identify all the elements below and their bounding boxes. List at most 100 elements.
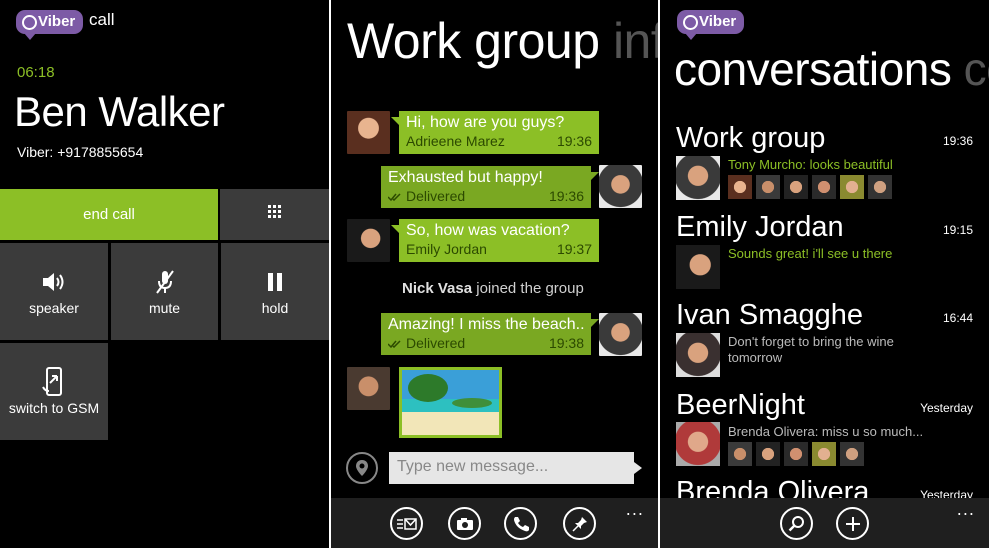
avatar[interactable] — [347, 219, 390, 262]
conversation-name: Work group — [676, 122, 826, 154]
avatar — [728, 442, 752, 466]
end-call-label: end call — [83, 206, 135, 223]
speaker-label: speaker — [29, 299, 79, 316]
conversation-name: BeerNight — [676, 389, 805, 421]
message-time: 19:38 — [548, 335, 584, 351]
header-label: call — [89, 10, 115, 29]
avatar[interactable] — [347, 111, 390, 154]
mute-label: mute — [148, 299, 181, 316]
call-screen: Viber call 06:18 Ben Walker Viber: +9178… — [0, 0, 329, 548]
compose-message-icon[interactable] — [390, 507, 423, 540]
avatar[interactable] — [599, 165, 642, 208]
conversation-preview-line2: tomorrow — [728, 350, 783, 365]
conversation-time: 16:44 — [942, 311, 973, 325]
delivery-status: Delivered — [406, 188, 466, 204]
image-message[interactable] — [399, 367, 502, 438]
pin-icon[interactable] — [563, 507, 596, 540]
system-message-text: joined the group — [472, 280, 584, 297]
more-options-button[interactable]: ... — [957, 500, 975, 519]
avatar — [812, 442, 836, 466]
chat-title: Work group info — [347, 12, 658, 70]
message-text: So, how was vacation? — [406, 222, 570, 239]
camera-icon[interactable] — [448, 507, 481, 540]
message-bubble[interactable]: Hi, how are you guys? Adrieene Marez 19:3… — [391, 111, 599, 154]
double-check-icon — [387, 188, 402, 204]
double-check-icon — [387, 335, 402, 351]
hold-label: hold — [261, 299, 289, 316]
logo-text: Viber — [38, 13, 76, 30]
speaker-button[interactable]: speaker — [0, 243, 108, 340]
end-call-button[interactable]: end call — [0, 189, 218, 240]
conversation-item[interactable]: Ivan Smagghe 16:44 Don't forget to bring… — [660, 299, 989, 379]
conversation-preview: Sounds great! i'll see u there — [728, 246, 893, 261]
logo-text: Viber — [699, 13, 737, 30]
call-icon[interactable] — [504, 507, 537, 540]
message-bubble[interactable]: Amazing! I miss the beach... Delivered 1… — [381, 313, 599, 355]
message-sender: Emily Jordan — [406, 241, 487, 257]
avatar — [868, 175, 892, 199]
system-message: Nick Vasa joined the group — [402, 280, 584, 297]
avatar — [840, 175, 864, 199]
conversations-title: conversations co — [674, 42, 989, 96]
avatar — [812, 175, 836, 199]
more-options-button[interactable]: ... — [626, 500, 644, 519]
message-text: Hi, how are you guys? — [406, 114, 565, 131]
speaker-icon — [41, 268, 67, 296]
conversation-time: Yesterday — [920, 401, 973, 415]
message-text: Amazing! I miss the beach... — [388, 316, 584, 333]
participants-avatars — [728, 175, 892, 199]
participants-avatars — [728, 442, 864, 466]
switch-gsm-button[interactable]: switch to GSM — [0, 343, 108, 440]
switch-gsm-label: switch to GSM — [8, 399, 100, 416]
message-bubble[interactable]: Exhausted but happy! Delivered 19:36 — [381, 166, 599, 208]
avatar[interactable] — [599, 313, 642, 356]
avatar — [676, 245, 720, 289]
keypad-button[interactable] — [220, 189, 329, 240]
chat-screen: Work group info Hi, how are you guys? Ad… — [331, 0, 658, 548]
conversation-preview: Brenda Olivera: miss u so much... — [728, 424, 924, 439]
conversation-item[interactable]: BeerNight Yesterday Brenda Olivera: miss… — [660, 389, 989, 469]
app-bar: ... — [331, 498, 658, 548]
search-icon[interactable] — [780, 507, 813, 540]
avatar — [676, 156, 720, 200]
avatar — [756, 442, 780, 466]
conversation-name: Emily Jordan — [676, 211, 844, 243]
pivot-next-header[interactable]: info — [613, 13, 658, 69]
message-time: 19:36 — [556, 133, 592, 149]
location-icon[interactable] — [346, 452, 378, 484]
pause-icon — [266, 268, 284, 296]
delivery-status: Delivered — [406, 335, 466, 351]
chat-title-text: Work group — [347, 13, 600, 69]
avatar — [784, 175, 808, 199]
caller-name: Ben Walker — [14, 88, 225, 135]
conversations-title-text: conversations — [674, 43, 952, 95]
conversation-preview: Tony Murcho: looks beautiful — [728, 157, 893, 172]
avatar — [676, 422, 720, 466]
conversation-item[interactable]: Work group 19:36 Tony Murcho: looks beau… — [660, 122, 989, 202]
keypad-icon — [267, 205, 282, 224]
avatar[interactable] — [347, 367, 390, 410]
beach-photo — [402, 370, 499, 435]
viber-logo: Viber — [677, 10, 745, 40]
viber-logo: Viber — [16, 10, 84, 40]
message-input[interactable]: Type new message... — [389, 452, 642, 484]
caller-number: Viber: +9178855654 — [17, 144, 144, 160]
pivot-next-header[interactable]: co — [964, 43, 989, 95]
message-text: Exhausted but happy! — [388, 169, 543, 186]
message-bubble[interactable]: So, how was vacation? Emily Jordan 19:37 — [391, 219, 599, 262]
hold-button[interactable]: hold — [221, 243, 329, 340]
avatar — [784, 442, 808, 466]
message-time: 19:37 — [556, 241, 592, 257]
conversation-name: Ivan Smagghe — [676, 299, 864, 331]
conversation-item[interactable]: Emily Jordan 19:15 Sounds great! i'll se… — [660, 211, 989, 291]
conversation-time: 19:36 — [942, 134, 973, 148]
avatar — [728, 175, 752, 199]
phone-switch-icon — [42, 366, 66, 396]
mute-button[interactable]: mute — [111, 243, 218, 340]
conversation-preview: Don't forget to bring the wine — [728, 334, 894, 349]
call-timer: 06:18 — [17, 64, 55, 81]
avatar — [756, 175, 780, 199]
add-icon[interactable] — [836, 507, 869, 540]
message-input-placeholder: Type new message... — [397, 458, 549, 475]
app-bar: ... — [660, 498, 989, 548]
